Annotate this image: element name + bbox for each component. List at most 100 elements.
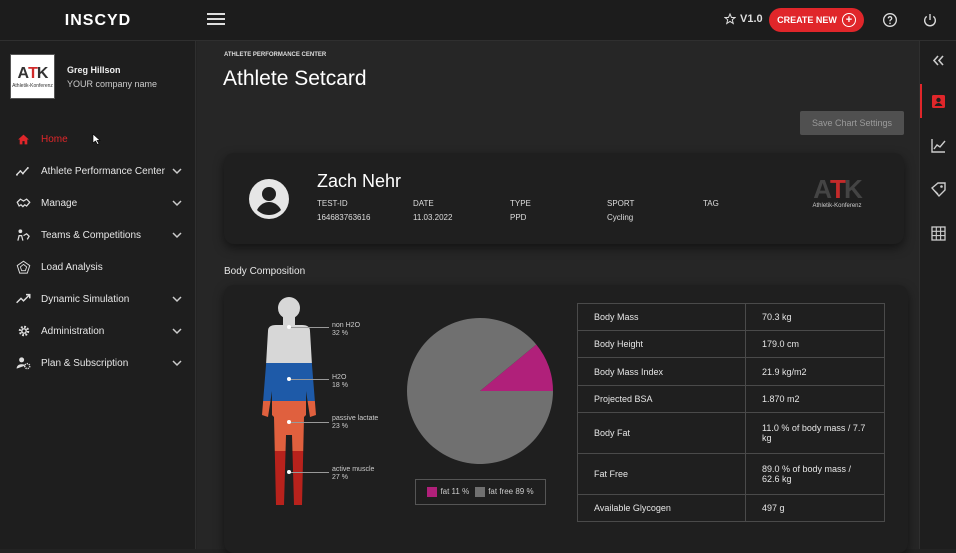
leader-line <box>289 327 329 328</box>
breadcrumb[interactable]: ATHLETE PERFORMANCE CENTER <box>224 52 326 58</box>
table-cell-label: Body Fat <box>577 412 746 454</box>
meta-test-id: TEST-ID 164683763616 <box>317 199 370 222</box>
chevron-down-icon <box>172 360 182 367</box>
body-label-value: 23 % <box>332 423 348 430</box>
user-profile[interactable]: ATK Athletik-Konferenz Greg Hillson YOUR… <box>10 54 157 99</box>
app-logo[interactable]: INSCYD <box>0 0 196 41</box>
table-cell-label: Body Height <box>577 330 746 358</box>
body-segment-active-muscle <box>262 451 316 505</box>
body-label-name: non H2O <box>332 322 361 329</box>
meta-value: PPD <box>510 213 527 222</box>
sidebar-item-label: Dynamic Simulation <box>41 293 130 305</box>
marker-dot <box>287 377 291 381</box>
body-label-h2o: H2O 18 % <box>332 374 348 390</box>
body-label-passive-lactate: passive lactate 23 % <box>332 415 378 431</box>
sidebar-item-athlete-performance-center[interactable]: Athlete Performance Center <box>0 155 196 187</box>
sidebar-item-load-analysis[interactable]: Load Analysis <box>0 251 196 283</box>
chevron-down-icon <box>172 232 182 239</box>
meta-label: TEST-ID <box>317 199 348 208</box>
table-cell-label: Fat Free <box>577 453 746 495</box>
table-cell-value: 70.3 kg <box>745 303 885 331</box>
table-cell-value: 21.9 kg/m2 <box>745 357 885 386</box>
athlete-card: Zach Nehr TEST-ID 164683763616 DATE 11.03.… <box>224 153 904 244</box>
legend-swatch <box>427 487 438 497</box>
sidebar: ATK Athletik-Konferenz Greg Hillson YOUR… <box>0 41 196 549</box>
user-cog-icon <box>16 356 31 371</box>
chevron-down-icon <box>172 296 182 303</box>
help-icon[interactable] <box>882 12 898 28</box>
body-composition-card: non H2O 32 % H2O 18 % passive lactate 23 % … <box>224 285 908 553</box>
company-logo: ATK Athletik-Konferenz <box>10 54 55 99</box>
version-label: V1.0 <box>740 13 763 25</box>
sidebar-item-dynamic-simulation[interactable]: Dynamic Simulation <box>0 283 196 315</box>
meta-date: DATE 11.03.2022 <box>413 199 452 222</box>
sidebar-item-label: Plan & Subscription <box>41 357 129 369</box>
radar-icon <box>16 260 31 275</box>
table-row: Fat Free 89.0 % of body mass / 62.6 kg <box>577 453 885 495</box>
leader-line <box>289 422 329 423</box>
sidebar-item-manage[interactable]: Manage <box>0 187 196 219</box>
table-row: Body Mass 70.3 kg <box>577 303 885 331</box>
chevron-down-icon <box>172 168 182 175</box>
version-badge[interactable]: V1.0 <box>724 13 763 25</box>
menu-icon[interactable] <box>207 13 225 27</box>
meta-label: SPORT <box>607 199 635 208</box>
leader-line <box>289 472 329 473</box>
meta-value: Cycling <box>607 213 634 222</box>
meta-label: DATE <box>413 199 434 208</box>
tags-icon[interactable] <box>930 181 947 198</box>
brand-logo-mark: ATK <box>813 174 862 204</box>
body-segment-h2o <box>262 363 316 401</box>
sidebar-item-label: Home <box>41 133 68 145</box>
meta-type: TYPE PPD <box>510 199 531 222</box>
table-grid-icon[interactable] <box>930 225 947 242</box>
meta-sport: SPORT Cycling <box>607 199 634 222</box>
power-icon[interactable] <box>922 12 938 28</box>
body-label-name: H2O <box>332 374 347 381</box>
legend-item-fat-free[interactable]: fat free 89 % <box>475 487 534 497</box>
table-row: Body Fat 11.0 % of body mass / 7.7 kg <box>577 412 885 454</box>
athlete-name: Zach Nehr <box>317 171 402 191</box>
save-chart-settings-button[interactable]: Save Chart Settings <box>800 111 904 135</box>
body-label-non-h2o: non H2O 32 % <box>332 322 360 338</box>
sidebar-nav: Home Athlete Performance Center Manage T… <box>0 123 196 379</box>
legend-item-fat[interactable]: fat 11 % <box>427 487 469 497</box>
sidebar-item-administration[interactable]: Administration <box>0 315 196 347</box>
sidebar-item-plan-subscription[interactable]: Plan & Subscription <box>0 347 196 379</box>
sidebar-item-teams-competitions[interactable]: Teams & Competitions <box>0 219 196 251</box>
user-company: YOUR company name <box>67 78 158 89</box>
table-cell-label: Available Glycogen <box>577 494 746 522</box>
table-cell-value: 89.0 % of body mass / 62.6 kg <box>745 453 885 495</box>
table-cell-label: Projected BSA <box>577 385 746 413</box>
sidebar-item-label: Manage <box>41 197 78 209</box>
create-new-button[interactable]: CREATE NEW + <box>769 8 864 32</box>
athlete-card-icon[interactable] <box>930 93 947 110</box>
double-chevron-left-icon[interactable] <box>930 52 947 69</box>
sidebar-item-label: Administration <box>41 325 105 337</box>
table-cell-value: 179.0 cm <box>745 330 885 358</box>
legend-label: fat free 89 % <box>488 487 534 497</box>
fat-pie-chart[interactable] <box>407 318 553 464</box>
gear-icon <box>16 324 31 339</box>
sidebar-item-label: Load Analysis <box>41 261 103 273</box>
line-chart-icon[interactable] <box>930 137 947 154</box>
active-indicator <box>920 84 922 118</box>
pie-slice-fat-free[interactable] <box>407 318 553 464</box>
table-row: Available Glycogen 497 g <box>577 494 885 522</box>
sidebar-item-label: Teams & Competitions <box>41 229 142 241</box>
body-metrics-table: Body Mass 70.3 kg Body Height 179.0 cm Bod… <box>577 303 885 522</box>
table-cell-value: 1.870 m2 <box>745 385 885 413</box>
meta-value: 11.03.2022 <box>413 213 453 222</box>
table-cell-value: 497 g <box>745 494 885 522</box>
body-segment-passive-lactate <box>262 401 316 451</box>
handshake-icon <box>16 196 31 211</box>
marker-dot <box>287 420 291 424</box>
table-cell-label: Body Mass Index <box>577 357 746 386</box>
meta-label: TAG <box>703 199 719 208</box>
marker-dot <box>287 470 291 474</box>
user-name: Greg Hillson <box>67 64 121 75</box>
body-label-value: 27 % <box>332 474 348 481</box>
trend-icon <box>16 164 31 179</box>
body-label-value: 18 % <box>332 382 348 389</box>
body-label-name: passive lactate <box>332 415 379 422</box>
